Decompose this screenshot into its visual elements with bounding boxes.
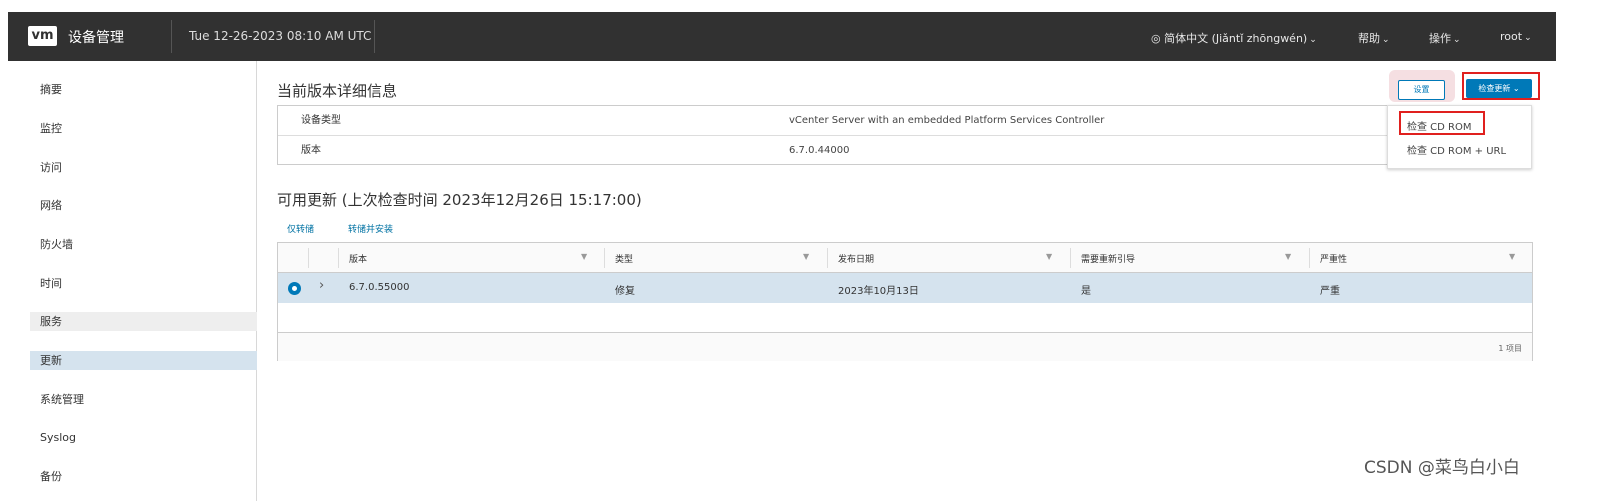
chevron-down-icon: ⌄ [1524, 33, 1532, 43]
cell-reboot-required: 是 [1081, 286, 1091, 297]
column-header-reboot-required[interactable]: 需要重新引导 [1081, 252, 1135, 265]
sidebar: 摘要 监控 访问 网络 防火墙 时间 服务 更新 系统管理 Syslog 备份 [8, 61, 257, 501]
check-updates-button[interactable]: 检查更新 ⌄ [1466, 79, 1532, 98]
sidebar-item-services[interactable]: 服务 [30, 312, 257, 331]
column-divider [827, 248, 828, 268]
header-divider [374, 20, 375, 53]
table-row[interactable]: › 6.7.0.55000 修复 2023年10月13日 是 严重 [278, 273, 1532, 303]
filter-icon[interactable]: ▼ [1046, 252, 1052, 261]
grid-header: 版本 ▼ 类型 ▼ 发布日期 ▼ 需要重新引导 ▼ 严重性 ▼ [278, 243, 1532, 273]
cdrom-option-highlight [1399, 111, 1485, 135]
settings-button[interactable]: 设置 [1398, 80, 1445, 100]
header-datetime: Tue 12-26-2023 08:10 AM UTC [189, 29, 372, 43]
sidebar-item-update[interactable]: 更新 [30, 351, 257, 370]
filter-icon[interactable]: ▼ [581, 252, 587, 261]
available-updates-title: 可用更新 (上次检查时间 2023年12月26日 15:17:00) [277, 191, 642, 209]
cell-type: 修复 [615, 286, 635, 297]
actions-menu[interactable]: 操作 ⌄ [1429, 30, 1461, 46]
column-header-version[interactable]: 版本 [349, 252, 367, 265]
updates-grid: 版本 ▼ 类型 ▼ 发布日期 ▼ 需要重新引导 ▼ 严重性 ▼ › 6.7.0.… [277, 242, 1533, 361]
stage-only-link[interactable]: 仅转储 [287, 222, 314, 235]
grid-footer: 1 项目 [278, 332, 1532, 361]
chevron-down-icon: ⌄ [1453, 35, 1461, 45]
column-header-severity[interactable]: 严重性 [1320, 252, 1347, 265]
column-divider [1309, 248, 1310, 268]
cell-severity: 严重 [1320, 286, 1340, 297]
sidebar-item-monitor[interactable]: 监控 [30, 119, 257, 138]
cell-release-date: 2023年10月13日 [838, 286, 919, 297]
column-divider [338, 248, 339, 268]
vmware-logo: vm [28, 26, 57, 46]
chevron-right-icon[interactable]: › [319, 278, 324, 293]
chevron-down-icon: ⌄ [1382, 35, 1390, 45]
sidebar-item-syslog[interactable]: Syslog [30, 428, 257, 447]
cell-version: 6.7.0.55000 [349, 282, 410, 293]
details-row: 设备类型 vCenter Server with an embedded Pla… [278, 106, 1444, 135]
item-count: 1 项目 [1498, 344, 1522, 353]
sidebar-item-backup[interactable]: 备份 [30, 467, 257, 486]
top-nav-bar: vm 设备管理 Tue 12-26-2023 08:10 AM UTC ◎ 简体… [8, 12, 1556, 61]
details-value: 6.7.0.44000 [789, 145, 850, 156]
sidebar-item-administration[interactable]: 系统管理 [30, 390, 257, 409]
row-select-radio[interactable] [288, 282, 301, 295]
column-header-type[interactable]: 类型 [615, 252, 633, 265]
sidebar-item-time[interactable]: 时间 [30, 274, 257, 293]
column-header-release-date[interactable]: 发布日期 [838, 252, 874, 265]
details-row: 版本 6.7.0.44000 [278, 135, 1444, 164]
watermark: CSDN @菜鸟白小白 [1364, 458, 1520, 478]
filter-icon[interactable]: ▼ [1509, 252, 1515, 261]
filter-icon[interactable]: ▼ [1285, 252, 1291, 261]
chevron-down-icon: ⌄ [1309, 35, 1317, 45]
current-version-title: 当前版本详细信息 [277, 82, 398, 100]
help-menu[interactable]: 帮助 ⌄ [1358, 30, 1390, 46]
details-value: vCenter Server with an embedded Platform… [789, 115, 1105, 126]
details-label: 版本 [301, 145, 321, 156]
column-divider [1070, 248, 1071, 268]
help-label: 帮助 [1358, 32, 1380, 45]
sidebar-item-summary[interactable]: 摘要 [30, 80, 257, 99]
actions-label: 操作 [1429, 32, 1451, 45]
sidebar-item-firewall[interactable]: 防火墙 [30, 235, 257, 254]
column-divider [604, 248, 605, 268]
user-label: root [1500, 30, 1523, 43]
app-title: 设备管理 [68, 30, 124, 46]
details-label: 设备类型 [301, 115, 341, 126]
version-details-table: 设备类型 vCenter Server with an embedded Pla… [277, 105, 1445, 165]
filter-icon[interactable]: ▼ [803, 252, 809, 261]
sidebar-item-network[interactable]: 网络 [30, 196, 257, 215]
language-menu[interactable]: ◎ 简体中文 (Jiǎntǐ zhōngwén) ⌄ [1151, 30, 1317, 46]
header-divider [171, 20, 172, 53]
language-label: ◎ 简体中文 (Jiǎntǐ zhōngwén) [1151, 32, 1308, 45]
stage-and-install-link[interactable]: 转储并安装 [348, 222, 393, 235]
column-divider [308, 248, 309, 268]
user-menu[interactable]: root ⌄ [1500, 30, 1532, 43]
sidebar-item-access[interactable]: 访问 [30, 158, 257, 177]
dropdown-item-check-cdrom-url[interactable]: 检查 CD ROM + URL [1407, 142, 1506, 157]
